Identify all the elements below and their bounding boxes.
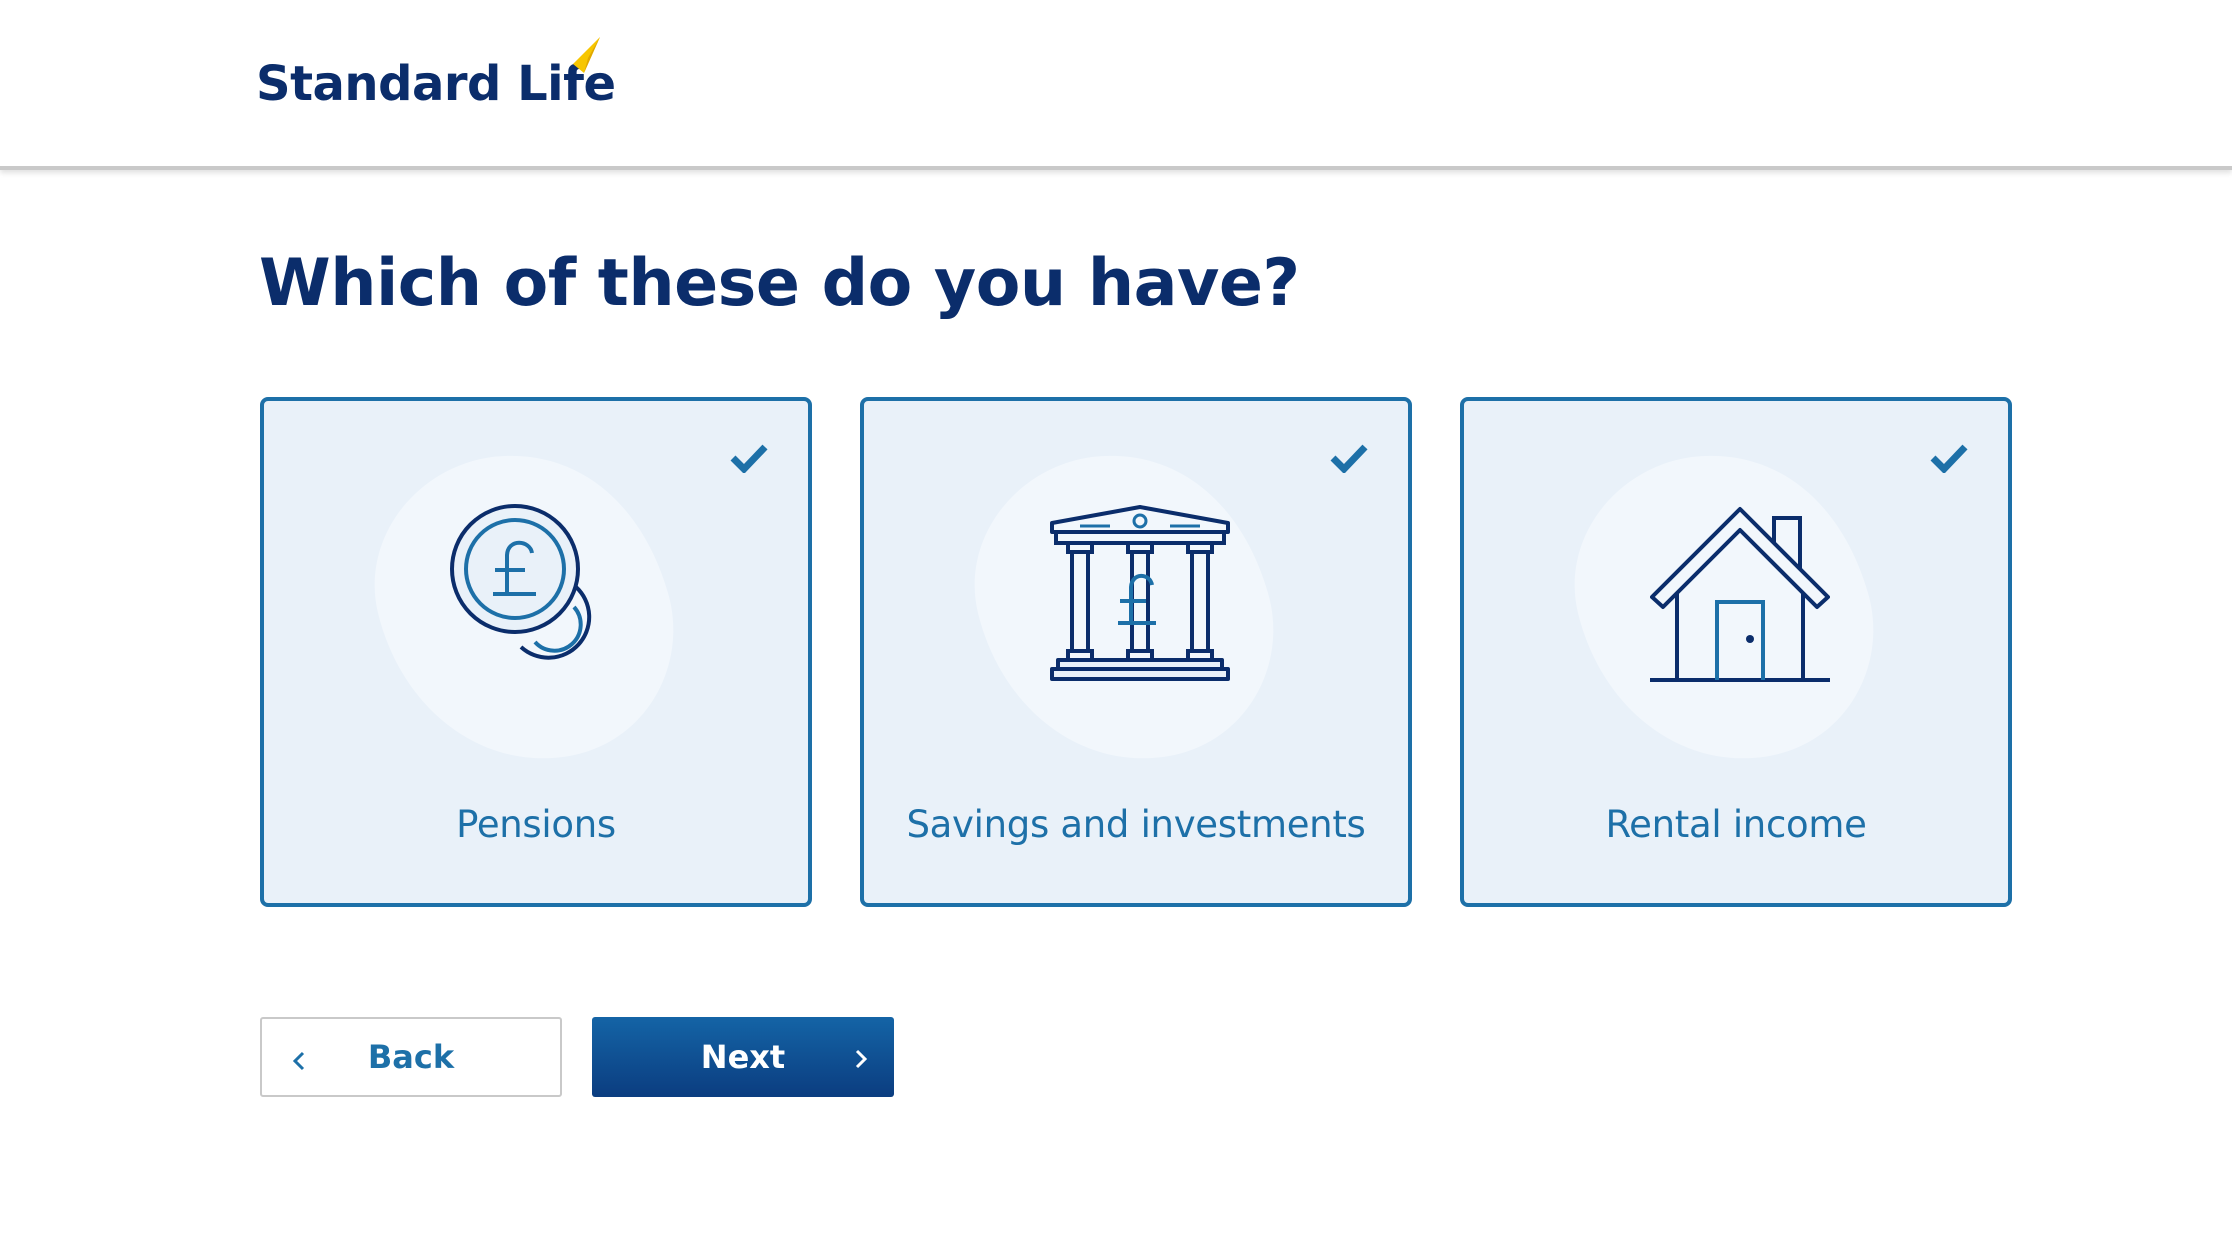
back-button[interactable]: Back	[260, 1017, 562, 1097]
option-label: Savings and investments	[906, 803, 1366, 846]
option-card-rental-income[interactable]: Rental income	[1460, 397, 2012, 907]
option-label: Rental income	[1605, 803, 1867, 846]
chevron-left-icon	[292, 1051, 305, 1071]
bank-pound-icon	[1050, 505, 1230, 681]
checkmark-icon	[1330, 444, 1368, 473]
back-button-label: Back	[367, 1038, 455, 1076]
logo-flash-icon	[573, 37, 600, 73]
standard-life-logo[interactable]: Standard Life	[256, 37, 616, 112]
site-header: Standard Life	[0, 0, 2232, 170]
checkmark-icon	[730, 444, 768, 473]
page-title: Which of these do you have?	[259, 246, 1300, 321]
pound-coins-icon	[450, 504, 592, 660]
next-button[interactable]: Next	[592, 1017, 894, 1097]
house-icon	[1650, 507, 1830, 682]
logo-text: Standard Life	[256, 56, 616, 112]
checkmark-icon	[1930, 444, 1968, 473]
option-card-pensions[interactable]: Pensions	[260, 397, 812, 907]
option-label: Pensions	[456, 803, 616, 846]
chevron-right-icon	[855, 1049, 868, 1069]
next-button-label: Next	[700, 1038, 786, 1076]
option-card-savings-and-investments[interactable]: Savings and investments	[860, 397, 1412, 907]
